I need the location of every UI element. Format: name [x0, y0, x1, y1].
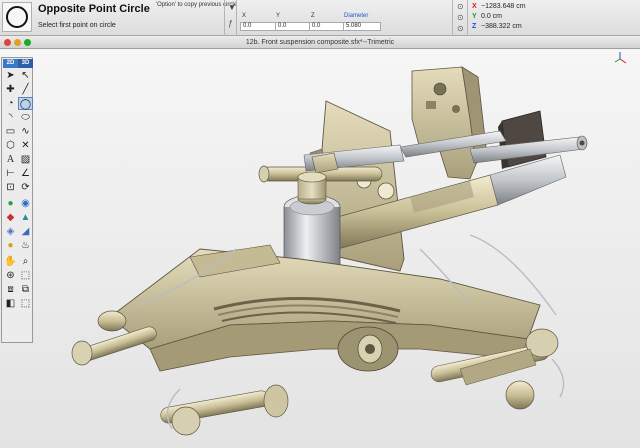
- point-icon[interactable]: ✚: [3, 83, 18, 96]
- light-icon[interactable]: ◢: [18, 225, 33, 238]
- y-field-label: Y: [276, 13, 281, 19]
- snap-icon[interactable]: ⊙: [457, 13, 464, 22]
- coord-icon[interactable]: ⊙: [457, 24, 464, 33]
- window-title-bar: 12b. Front suspension composite.sfx*--Tr…: [0, 36, 640, 49]
- box-icon[interactable]: ◈: [3, 225, 18, 238]
- diameter-field-label: Diameter: [344, 13, 369, 19]
- extrude-icon[interactable]: ◆: [3, 211, 18, 224]
- hand-icon[interactable]: ✋: [3, 255, 18, 268]
- main-chassis: [109, 244, 541, 372]
- lock-icon[interactable]: ⊙: [457, 2, 464, 11]
- z-field[interactable]: 0.0: [309, 22, 347, 31]
- coord-z: Z −388.322 cm: [472, 23, 522, 30]
- view-side-icon[interactable]: ⧉: [18, 283, 33, 296]
- rect-icon[interactable]: ▭: [3, 125, 18, 138]
- camera-icon[interactable]: ⊛: [3, 269, 18, 282]
- view-iso-icon[interactable]: ⧈: [3, 283, 18, 296]
- circle-icon[interactable]: ◯: [18, 97, 33, 110]
- zoom-button[interactable]: [24, 39, 31, 46]
- tool-palette: 2D 3D ➤ ↖ ✚ ╱ ◔ ◯ ◝ ⬭ ▭ ∿ ⬡ ✕ A ▨ ⊢ ∠ ⊡ …: [1, 57, 33, 343]
- line-icon[interactable]: ╱: [18, 83, 33, 96]
- spline-icon[interactable]: ∿: [18, 125, 33, 138]
- minimize-button[interactable]: [14, 39, 21, 46]
- arrow-dot-icon[interactable]: ↖: [18, 69, 33, 82]
- view-shade-icon[interactable]: ◧: [3, 297, 18, 310]
- bulb-icon[interactable]: ●: [3, 239, 18, 252]
- axle-left-rear: [160, 384, 289, 436]
- x-field-label: X: [242, 13, 247, 19]
- tab-3d[interactable]: 3D: [18, 59, 33, 68]
- arc-3pt-icon[interactable]: ◝: [3, 111, 18, 124]
- close-button[interactable]: [4, 39, 11, 46]
- z-field-label: Z: [311, 13, 315, 19]
- zoom-icon[interactable]: ⌕: [18, 255, 33, 268]
- circle-tool-icon: [2, 2, 32, 32]
- arrow-select-icon[interactable]: ➤: [3, 69, 18, 82]
- funnel-icon[interactable]: ▼: [228, 3, 236, 12]
- function-icon[interactable]: ƒ: [228, 19, 232, 28]
- coord-x: X −1283.648 cm: [472, 3, 526, 10]
- hatch-icon[interactable]: ▨: [18, 153, 33, 166]
- ellipse-icon[interactable]: ⬭: [18, 111, 33, 124]
- window-title: 12b. Front suspension composite.sfx*--Tr…: [245, 39, 395, 46]
- polygon-icon[interactable]: ⬡: [3, 139, 18, 152]
- view-wire-icon[interactable]: ⬚: [18, 297, 33, 310]
- tool-title: Opposite Point Circle: [38, 3, 150, 15]
- tool-prompt: Select first point on circle: [38, 22, 116, 29]
- view-axis-triad-icon: [614, 52, 627, 64]
- tab-2d[interactable]: 2D: [3, 59, 18, 68]
- rotate-icon[interactable]: ⟳: [18, 181, 33, 194]
- tool-header: Opposite Point Circle 'Option' to copy p…: [0, 0, 640, 36]
- lamp-icon[interactable]: ♨: [18, 239, 33, 252]
- trim-icon[interactable]: ✕: [18, 139, 33, 152]
- sphere-icon[interactable]: ●: [3, 197, 18, 210]
- suspension-model: [71, 52, 627, 436]
- dim-icon[interactable]: ⊢: [3, 167, 18, 180]
- arc-icon[interactable]: ◔: [3, 97, 18, 110]
- revolve-icon[interactable]: ▲: [18, 211, 33, 224]
- view-front-icon[interactable]: ⬚: [18, 269, 33, 282]
- move-icon[interactable]: ⊡: [3, 181, 18, 194]
- coord-y: Y 0.0 cm: [472, 13, 503, 20]
- y-field[interactable]: 0.0: [275, 22, 313, 31]
- diameter-field[interactable]: 5.080: [343, 22, 381, 31]
- 3d-viewport[interactable]: [0, 49, 640, 448]
- text-icon[interactable]: A: [3, 153, 18, 166]
- cone-icon[interactable]: ◉: [18, 197, 33, 210]
- x-field[interactable]: 0.0: [240, 22, 278, 31]
- dim-angle-icon[interactable]: ∠: [18, 167, 33, 180]
